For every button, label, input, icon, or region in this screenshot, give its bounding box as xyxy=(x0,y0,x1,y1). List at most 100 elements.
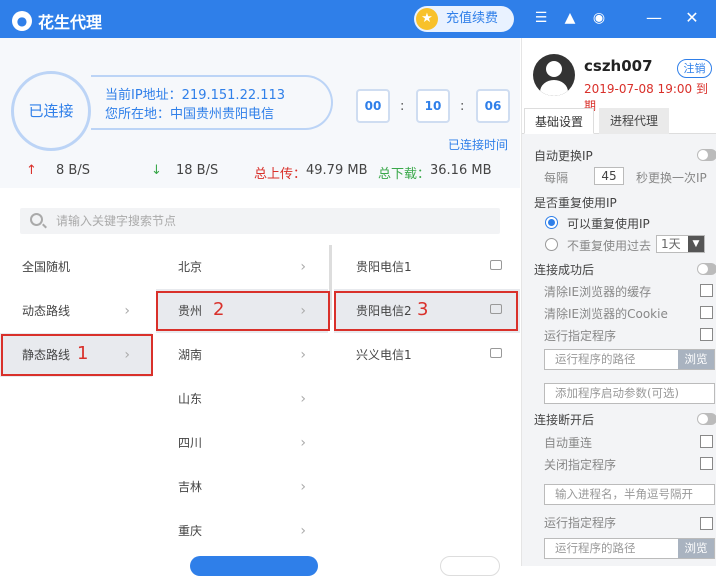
logout-button[interactable]: 注销 xyxy=(677,59,712,78)
chevron-right-icon: › xyxy=(300,523,306,539)
settings-panel: cszh007 注销 2019-07-08 19:00 到期 基础设置 进程代理… xyxy=(521,38,716,566)
bottom-secondary-button[interactable] xyxy=(440,556,500,576)
annotation-box xyxy=(156,291,330,331)
node-search-input[interactable]: 请输入关键字搜索节点 xyxy=(20,208,500,234)
timer-seconds: 06 xyxy=(476,89,510,123)
interval-suffix: 秒更换一次IP xyxy=(636,171,707,185)
province-item-sichuan[interactable]: 四川 › xyxy=(156,421,328,465)
reuse-no-radio[interactable] xyxy=(545,238,558,251)
current-location: 您所在地：中国贵州贵阳电信 xyxy=(105,107,275,122)
node-item[interactable]: 兴义电信1 xyxy=(334,333,520,377)
days-select[interactable]: 1天 ▼ xyxy=(656,235,705,253)
chevron-right-icon: › xyxy=(300,259,306,275)
run-program-label: 运行指定程序 xyxy=(544,329,617,343)
search-placeholder: 请输入关键字搜索节点 xyxy=(56,214,177,228)
program-path-2-placeholder: 运行程序的路径 xyxy=(555,541,636,555)
bell-icon[interactable]: ▲ xyxy=(560,8,580,28)
run-program-checkbox[interactable] xyxy=(700,328,713,341)
startup-args-placeholder: 添加程序启动参数(可选) xyxy=(555,386,679,400)
search-icon xyxy=(30,213,43,226)
province-label: 北京 xyxy=(178,260,203,274)
total-upload-label: 总上传： xyxy=(254,167,307,182)
program-path-2-input[interactable]: 运行程序的路径 浏览 xyxy=(544,538,715,559)
province-item-chongqing[interactable]: 重庆 › xyxy=(156,509,328,553)
timer-colon: : xyxy=(460,99,465,114)
total-download-value: 36.16 MB xyxy=(430,163,492,178)
main-panel: 已连接 当前IP地址：219.151.22.113 您所在地：中国贵州贵阳电信 … xyxy=(0,38,520,566)
province-item-jilin[interactable]: 吉林 › xyxy=(156,465,328,509)
auto-change-ip-label: 自动更换IP xyxy=(534,149,593,163)
run-program-2-checkbox[interactable] xyxy=(700,517,713,530)
node-label: 兴义电信1 xyxy=(356,348,412,362)
reuse-yes-radio[interactable] xyxy=(545,216,558,229)
node-item[interactable]: 贵阳电信1 xyxy=(334,245,520,289)
timer-hours: 00 xyxy=(356,89,390,123)
connected-time-label: 已连接时间 xyxy=(448,138,509,152)
tab-process-proxy[interactable]: 进程代理 xyxy=(599,108,669,134)
days-value: 1天 xyxy=(661,237,681,251)
upload-arrow-icon: ↑ xyxy=(26,163,37,178)
province-item-hunan[interactable]: 湖南 › xyxy=(156,333,328,377)
chevron-right-icon: › xyxy=(124,303,130,319)
province-label: 山东 xyxy=(178,392,203,406)
clear-cookie-checkbox[interactable] xyxy=(700,306,713,319)
total-upload-value: 49.79 MB xyxy=(306,163,368,178)
province-item-shandong[interactable]: 山东 › xyxy=(156,377,328,421)
connection-status-button[interactable]: 已连接 xyxy=(11,71,91,151)
after-connect-toggle[interactable] xyxy=(697,263,716,275)
province-item-beijing[interactable]: 北京 › xyxy=(156,245,328,289)
message-icon[interactable] xyxy=(490,348,502,358)
auto-reconnect-checkbox[interactable] xyxy=(700,435,713,448)
province-label: 重庆 xyxy=(178,524,203,538)
annotation-number: 1 xyxy=(77,343,89,364)
bottom-action-button[interactable] xyxy=(190,556,318,576)
run-program-2-label: 运行指定程序 xyxy=(544,516,617,530)
clear-cookie-label: 清除IE浏览器的Cookie xyxy=(544,307,668,321)
mode-item-dynamic[interactable]: 动态路线 › xyxy=(0,289,152,333)
after-disconnect-toggle[interactable] xyxy=(697,413,716,425)
app-logo: ● 花生代理 xyxy=(12,9,102,33)
interval-input[interactable]: 45 xyxy=(594,167,624,185)
recharge-button[interactable]: ★ 充值续费 xyxy=(414,6,514,32)
clear-cache-checkbox[interactable] xyxy=(700,284,713,297)
startup-args-input[interactable]: 添加程序启动参数(可选) xyxy=(544,383,715,404)
chevron-down-icon: ▼ xyxy=(688,236,704,252)
settings-tabs: 基础设置 进程代理 xyxy=(522,108,716,134)
status-panel: 已连接 当前IP地址：219.151.22.113 您所在地：中国贵州贵阳电信 … xyxy=(0,38,520,188)
timer-colon: : xyxy=(400,99,405,114)
chevron-right-icon: › xyxy=(300,479,306,495)
reuse-yes-label: 可以重复使用IP xyxy=(567,217,650,231)
mode-item-national-random[interactable]: 全国随机 xyxy=(0,245,152,289)
interval-prefix: 每隔 xyxy=(544,171,569,185)
total-download-label: 总下载： xyxy=(378,167,431,182)
close-program-checkbox[interactable] xyxy=(700,457,713,470)
avatar xyxy=(533,54,575,96)
after-disconnect-label: 连接断开后 xyxy=(534,413,595,427)
username: cszh007 xyxy=(584,57,653,75)
program-path-input[interactable]: 运行程序的路径 浏览 xyxy=(544,349,715,370)
close-program-label: 关闭指定程序 xyxy=(544,458,617,472)
chevron-right-icon: › xyxy=(300,391,306,407)
menu-icon[interactable]: ☰ xyxy=(531,8,551,28)
browse-button[interactable]: 浏览 xyxy=(678,350,714,369)
browse-2-button[interactable]: 浏览 xyxy=(678,539,714,558)
download-arrow-icon: ↓ xyxy=(151,163,162,178)
tab-basic-settings[interactable]: 基础设置 xyxy=(524,108,594,134)
minimize-icon[interactable]: — xyxy=(646,10,662,26)
program-path-placeholder: 运行程序的路径 xyxy=(555,352,636,366)
chevron-right-icon: › xyxy=(300,435,306,451)
star-icon: ★ xyxy=(416,8,438,30)
basic-settings-panel: 自动更换IP 每隔 45 秒更换一次IP 是否重复使用IP 可以重复使用IP 不… xyxy=(522,134,716,566)
support-icon[interactable]: ◉ xyxy=(589,8,609,28)
clear-cache-label: 清除IE浏览器的缓存 xyxy=(544,285,652,299)
process-name-input[interactable]: 输入进程名，半角逗号隔开 xyxy=(544,484,715,505)
download-speed: 18 B/S xyxy=(176,163,219,178)
close-icon[interactable]: ✕ xyxy=(684,10,700,26)
message-icon[interactable] xyxy=(490,260,502,270)
annotation-number: 3 xyxy=(417,299,429,320)
annotation-number: 2 xyxy=(213,299,225,320)
province-label: 湖南 xyxy=(178,348,203,362)
auto-reconnect-label: 自动重连 xyxy=(544,436,593,450)
auto-change-ip-toggle[interactable] xyxy=(697,149,716,161)
mode-label: 动态路线 xyxy=(22,304,71,318)
